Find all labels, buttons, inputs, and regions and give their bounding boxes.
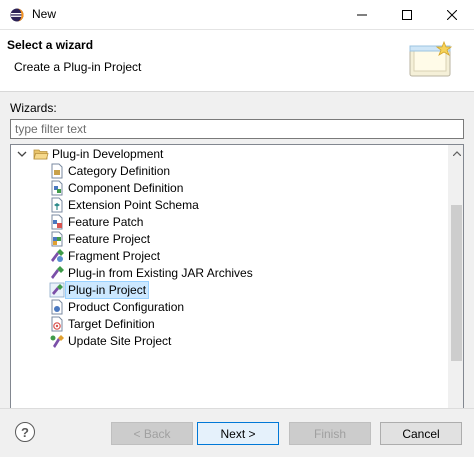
tree-item-label: Fragment Project — [68, 248, 161, 263]
category-definition-icon — [51, 163, 63, 178]
button-bar: ? < Back Next > Finish Cancel — [0, 408, 474, 457]
tree-item-label: Target Definition — [68, 316, 155, 331]
tree-item-category-definition[interactable]: Category Definition — [49, 162, 463, 179]
tree-item-fragment-project[interactable]: Fragment Project — [49, 247, 463, 264]
finish-button[interactable]: Finish — [289, 422, 371, 445]
tree-item-component-definition[interactable]: Component Definition — [49, 179, 463, 196]
banner-description: Create a Plug-in Project — [14, 60, 142, 74]
folder-open-icon — [33, 149, 49, 159]
tree-item-feature-patch[interactable]: Feature Patch — [49, 213, 463, 230]
tree-item-product-configuration[interactable]: Product Configuration — [49, 298, 463, 315]
tree-item-update-site-project[interactable]: Update Site Project — [49, 332, 463, 349]
help-button[interactable]: ? — [15, 422, 35, 442]
tree-item-feature-project[interactable]: Feature Project — [49, 230, 463, 247]
minimize-button[interactable] — [339, 0, 384, 30]
banner-title: Select a wizard — [7, 38, 94, 52]
window-title: New — [32, 7, 57, 21]
close-button[interactable] — [429, 0, 474, 30]
tree-item-plugin-project[interactable]: Plug-in Project — [49, 280, 463, 299]
tree-item-target-definition[interactable]: Target Definition — [49, 315, 463, 332]
tree-item-plugin-from-jar[interactable]: Plug-in from Existing JAR Archives — [49, 264, 463, 281]
target-definition-icon — [51, 316, 63, 331]
component-definition-icon — [51, 180, 63, 195]
extension-point-schema-icon — [51, 197, 63, 212]
tree-item-label: Extension Point Schema — [68, 197, 199, 212]
title-bar: New — [0, 0, 474, 30]
tree-item-label: Feature Project — [68, 231, 151, 246]
tree-item-label: Component Definition — [68, 180, 184, 195]
filter-input[interactable] — [10, 119, 464, 139]
tree-item-extension-point-schema[interactable]: Extension Point Schema — [49, 196, 463, 213]
scrollbar-thumb[interactable] — [451, 205, 462, 361]
wizard-banner: Select a wizard Create a Plug-in Project — [0, 30, 474, 92]
wizard-tree-content: Plug-in Development Category Definition … — [11, 145, 448, 439]
wizards-label: Wizards: — [10, 101, 57, 115]
tree-item-label: Category Definition — [68, 163, 171, 178]
wizard-selection-area: Wizards: Plug-in Development Category De… — [0, 92, 474, 440]
chevron-down-icon[interactable] — [17, 149, 27, 159]
new-wizard-banner-icon — [409, 40, 453, 77]
vertical-scrollbar[interactable] — [448, 145, 463, 439]
eclipse-icon — [10, 8, 24, 22]
tree-item-label: Feature Patch — [68, 214, 144, 229]
wizard-tree[interactable]: Plug-in Development Category Definition … — [10, 144, 464, 440]
maximize-button[interactable] — [384, 0, 429, 30]
update-site-project-icon — [50, 334, 64, 348]
plugin-project-icon — [49, 282, 65, 297]
maximize-icon — [401, 10, 412, 20]
tree-item-label: Plug-in Project — [65, 280, 150, 299]
tree-item-label: Update Site Project — [68, 333, 172, 348]
tree-item-label: Product Configuration — [68, 299, 185, 314]
close-icon — [446, 10, 457, 20]
back-button[interactable]: < Back — [111, 422, 193, 445]
tree-category-plugin-development[interactable]: Plug-in Development — [17, 145, 454, 162]
help-icon: ? — [21, 424, 29, 440]
tree-item-label: Plug-in from Existing JAR Archives — [68, 265, 253, 280]
feature-project-icon — [51, 231, 63, 246]
fragment-project-icon — [51, 248, 64, 262]
tree-category-label: Plug-in Development — [52, 146, 164, 161]
scroll-up-button[interactable] — [449, 145, 463, 162]
chevron-up-icon — [452, 151, 461, 156]
next-button[interactable]: Next > — [197, 422, 279, 445]
product-configuration-icon — [51, 299, 63, 314]
feature-patch-icon — [51, 214, 63, 229]
cancel-button[interactable]: Cancel — [380, 422, 462, 445]
plugin-jar-icon — [51, 265, 64, 279]
minimize-icon — [356, 14, 367, 16]
